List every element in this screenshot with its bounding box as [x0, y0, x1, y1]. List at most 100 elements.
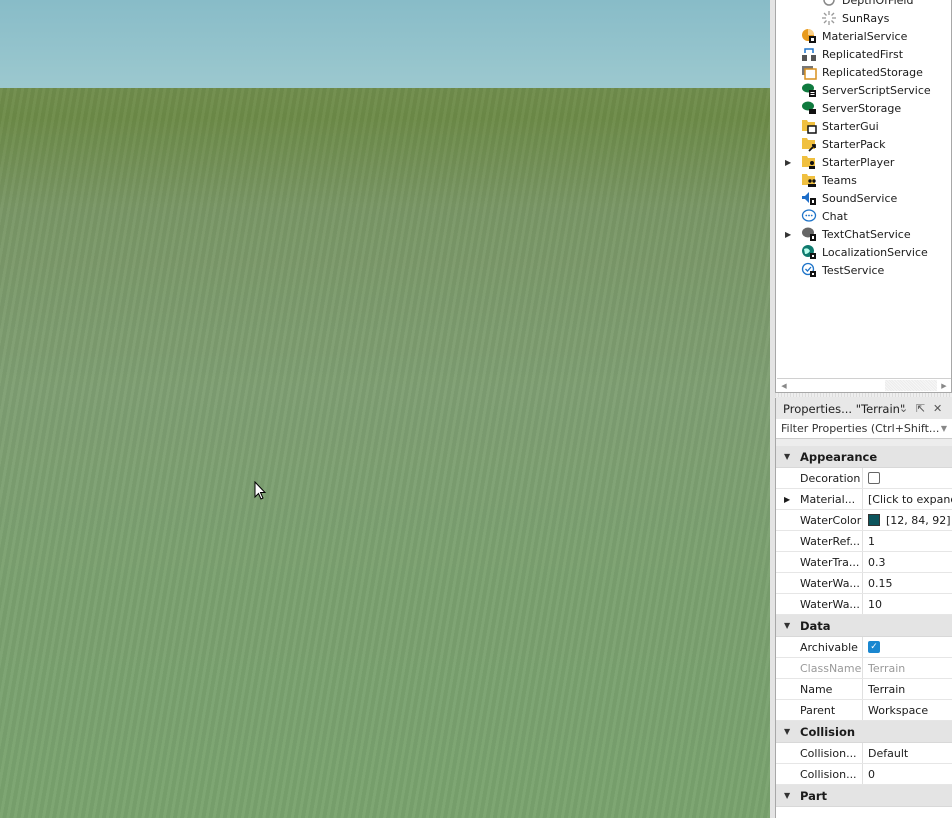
category-collision[interactable]: ▼ Collision [776, 721, 952, 743]
close-icon[interactable]: ✕ [933, 402, 942, 415]
chevron-down-icon[interactable]: ⌄ [899, 402, 908, 415]
explorer-item[interactable]: ReplicatedFirst [801, 45, 903, 63]
collapse-arrow-icon[interactable]: ▼ [784, 621, 790, 630]
expand-arrow-icon[interactable]: ▶ [785, 158, 793, 167]
property-row[interactable]: ClassName Terrain [776, 658, 952, 679]
property-value[interactable] [863, 468, 952, 488]
property-row[interactable]: WaterWa... 0.15 [776, 573, 952, 594]
checkbox[interactable] [868, 472, 880, 484]
explorer-item-label: StarterPlayer [822, 155, 895, 169]
property-value[interactable]: 1 [863, 531, 952, 551]
category-label: Appearance [800, 449, 878, 464]
category-data[interactable]: ▼ Data [776, 615, 952, 637]
explorer-item-label: LocalizationService [822, 245, 928, 259]
explorer-item[interactable]: DepthOfField [821, 0, 913, 9]
property-value[interactable]: 0.3 [863, 552, 952, 572]
property-value[interactable]: 0 [863, 764, 952, 784]
explorer-item[interactable]: ServerStorage [801, 99, 901, 117]
property-value[interactable]: [12, 84, 92] [863, 510, 952, 530]
scroll-left-button[interactable]: ◀ [777, 379, 791, 392]
property-row[interactable]: ▶Material...[Click to expand] [776, 489, 952, 510]
teams-icon [801, 172, 817, 188]
explorer-item[interactable]: MaterialService [801, 27, 907, 45]
explorer-item-label: Teams [822, 173, 857, 187]
property-name: WaterColor [776, 510, 863, 530]
explorer-item-label: ReplicatedFirst [822, 47, 904, 61]
color-swatch[interactable] [868, 514, 880, 526]
mouse-cursor-icon [254, 481, 267, 500]
explorer-item[interactable]: Chat [801, 207, 848, 225]
property-row[interactable]: WaterColor [12, 84, 92] [776, 510, 952, 531]
text-chat-service-icon [801, 226, 817, 242]
property-name: WaterWa... [776, 594, 863, 614]
sky [0, 0, 770, 92]
property-value-text: 1 [868, 534, 875, 548]
dropdown-arrow-icon[interactable]: ▼ [941, 424, 947, 433]
property-name: Decoration [776, 468, 863, 488]
property-name: Archivable [776, 637, 863, 657]
explorer-item-label: ServerScriptService [822, 83, 931, 97]
explorer-item[interactable]: ReplicatedStorage [801, 63, 923, 81]
starter-player-icon [801, 154, 817, 170]
property-row[interactable]: Decoration [776, 468, 952, 489]
starter-gui-icon [801, 118, 817, 134]
property-row[interactable]: Collision... Default [776, 743, 952, 764]
property-value[interactable]: Workspace [863, 700, 952, 720]
filter-placeholder: Filter Properties (Ctrl+Shift... [781, 422, 940, 435]
property-row[interactable]: Parent Workspace [776, 700, 952, 721]
replicated-storage-icon [801, 64, 817, 80]
explorer-item[interactable]: SunRays [821, 9, 889, 27]
explorer-item[interactable]: SoundService [801, 189, 897, 207]
explorer-item-label: ReplicatedStorage [822, 65, 923, 79]
property-row[interactable]: Collision... 0 [776, 764, 952, 785]
scroll-right-button[interactable]: ▶ [937, 379, 951, 392]
property-row[interactable]: WaterTra... 0.3 [776, 552, 952, 573]
explorer-item[interactable]: Teams [801, 171, 857, 189]
property-name: WaterRef... [776, 531, 863, 551]
sound-service-icon [801, 190, 817, 206]
expand-arrow-icon[interactable]: ▶ [785, 230, 793, 239]
property-value[interactable]: ✓ [863, 637, 952, 657]
panel-divider[interactable] [775, 393, 952, 397]
scroll-thumb[interactable] [885, 380, 937, 391]
property-row[interactable]: Archivable ✓ [776, 637, 952, 658]
property-name: ClassName [776, 658, 863, 678]
horizontal-scrollbar[interactable]: ◀ ▶ [777, 378, 951, 392]
property-value-text: [12, 84, 92] [886, 513, 951, 527]
property-value-text: Workspace [868, 703, 929, 717]
property-row[interactable]: Name Terrain [776, 679, 952, 700]
explorer-item[interactable]: ▶ TextChatService [785, 225, 911, 243]
explorer-item[interactable]: StarterPack [801, 135, 885, 153]
property-row[interactable]: WaterWa... 10 [776, 594, 952, 615]
filter-properties-input[interactable]: Filter Properties (Ctrl+Shift... ▼ [776, 419, 952, 439]
explorer-item-label: SoundService [822, 191, 898, 205]
category-label: Collision [800, 724, 856, 739]
explorer-item[interactable]: LocalizationService [801, 243, 928, 261]
category-part[interactable]: ▼ Part [776, 785, 952, 807]
property-value[interactable]: Terrain [863, 679, 952, 699]
undock-icon[interactable]: ⇱ [916, 402, 925, 415]
property-value-text: 0.3 [868, 555, 886, 569]
property-value-text: 0.15 [868, 576, 893, 590]
collapse-arrow-icon[interactable]: ▼ [784, 452, 790, 461]
expand-arrow-icon[interactable]: ▶ [784, 495, 790, 504]
property-row[interactable]: WaterRef... 1 [776, 531, 952, 552]
explorer-item[interactable]: ServerScriptService [801, 81, 931, 99]
explorer-item[interactable]: TestService [801, 261, 884, 279]
property-value[interactable]: Default [863, 743, 952, 763]
terrain-grass [0, 88, 770, 818]
collapse-arrow-icon[interactable]: ▼ [784, 791, 790, 800]
checkbox[interactable]: ✓ [868, 641, 880, 653]
scroll-track[interactable] [791, 379, 937, 392]
explorer-item[interactable]: ▶ StarterPlayer [785, 153, 895, 171]
localization-service-icon [801, 244, 817, 260]
property-value[interactable]: 0.15 [863, 573, 952, 593]
explorer-item[interactable]: StarterGui [801, 117, 879, 135]
collapse-arrow-icon[interactable]: ▼ [784, 727, 790, 736]
chat-icon [801, 208, 817, 224]
property-name: Collision... [776, 764, 863, 784]
property-value[interactable]: [Click to expand] [863, 489, 952, 509]
category-appearance[interactable]: ▼ Appearance [776, 446, 952, 468]
property-value[interactable]: 10 [863, 594, 952, 614]
3d-viewport[interactable] [0, 0, 770, 818]
